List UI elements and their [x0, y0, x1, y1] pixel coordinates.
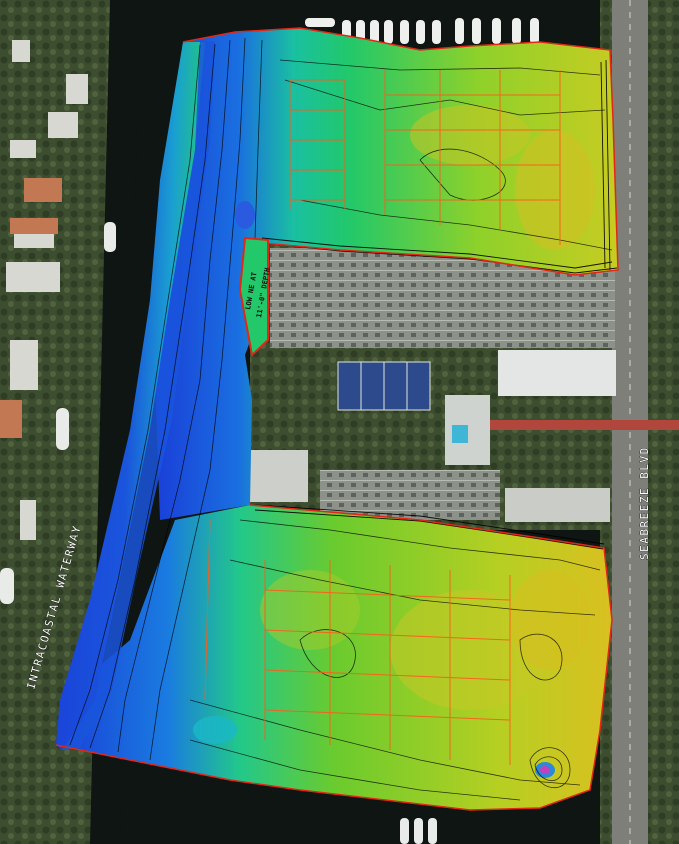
seabreeze-blvd-label: SEABREEZE BLVD [638, 446, 651, 560]
clubhouse-building [250, 450, 308, 502]
south-parking-lot [320, 470, 500, 520]
south-building [505, 488, 610, 522]
map-canvas: LOW NE AT 11'-0" DEPTH INTRACOASTAL WATE… [0, 0, 679, 844]
skybridge [490, 420, 679, 430]
bathymetric-survey-map: LOW NE AT 11'-0" DEPTH INTRACOASTAL WATE… [0, 0, 679, 844]
hotel-building [498, 350, 616, 396]
